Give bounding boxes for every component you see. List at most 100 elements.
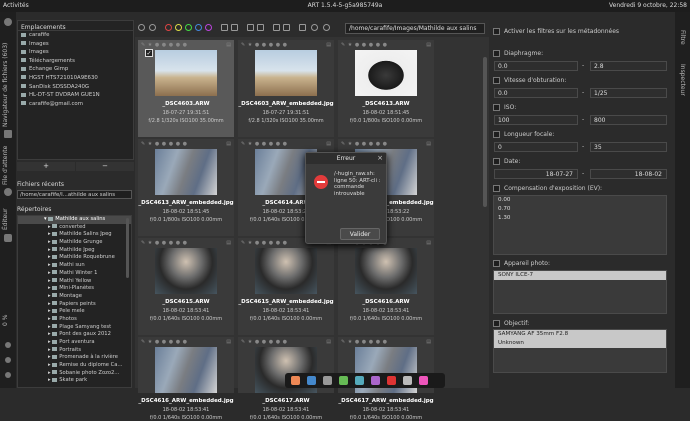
validate-button[interactable]: Valider [340,228,380,240]
directory-item[interactable]: ▸ Photos [18,316,131,324]
rating-stars-icon[interactable]: ✎ ★ ● ● ● ● ● [141,141,188,147]
image-viewer-icon[interactable] [339,376,348,385]
place-item[interactable]: carafife@gmail.com [18,100,133,109]
saved-filter-icon[interactable] [231,24,238,31]
rating-stars-icon[interactable]: ✎ ★ ● ● ● ● ● [141,240,188,246]
directory-scrollbar[interactable] [126,218,129,278]
directory-item[interactable]: ▸ Mini-Planètes [18,285,131,293]
trash-icon[interactable]: ▤ [326,141,331,147]
close-icon[interactable]: × [377,154,383,162]
directory-item[interactable]: ▸ Pont des gaux 2012 [18,331,131,339]
rating-stars-icon[interactable]: ✎ ★ ● ● ● ● ● [241,141,288,147]
directory-item[interactable]: ▸ Montage [18,293,131,301]
ev-checkbox[interactable] [493,185,500,192]
place-item[interactable]: Echange Gimp [18,65,133,74]
thumbnail-cell[interactable]: ✎ ★ ● ● ● ● ● ▤ _DSC4615.ARW 18-08-02 18:53… [138,238,234,335]
plus-icon[interactable] [5,342,11,348]
shutter-min-field[interactable]: 0.0 [494,88,578,98]
thumbnail-image[interactable] [255,248,317,294]
trash-icon[interactable]: ▤ [326,42,331,48]
star-filter-icon[interactable] [138,24,145,31]
metadata-filter-checkbox[interactable] [493,28,500,35]
place-item[interactable]: Téléchargements [18,57,133,66]
directory-item[interactable]: ▸ Remise du diplome Ca... [18,362,131,370]
thumbnail-cell[interactable]: ✎ ★ ● ● ● ● ●▤_DSC4616.ARW18-08-02 18:53… [338,238,434,335]
recent-files-combo[interactable]: /home/carafife/I...athilde aux salins [17,190,132,199]
blue-label-icon[interactable] [195,24,202,31]
directory-item[interactable]: ▸ Port aventura [18,339,131,347]
place-item[interactable]: SanDisk SDSSDA240G [18,83,133,92]
directory-item[interactable]: ▸ Mathi Winter 1 [18,270,131,278]
directory-item[interactable]: ▸ Promenade à la rivière [18,354,131,362]
tab-file-browser[interactable]: Navigateur de fichiers (603) [2,32,9,127]
trash-icon[interactable] [247,24,254,31]
rating-stars-icon[interactable]: ✎ ★ ● ● ● ● ● [241,42,288,48]
yellow-label-icon[interactable] [175,24,182,31]
lens-list[interactable]: SAMYANG AF 35mm F2.8 Unknown [493,329,667,373]
tab-filter[interactable]: Filtre [679,30,686,58]
fit-icon[interactable] [5,357,11,363]
rating-stars-icon[interactable]: ✎ ★ ● ● ● ● ● [141,42,188,48]
thumbnail-cell[interactable]: ✎ ★ ● ● ● ● ● ▤ _DSC4613.ARW 18-08-02 18:51… [338,40,434,137]
camera-icon[interactable] [4,234,12,242]
zoom-out-icon[interactable] [323,24,330,31]
focal-checkbox[interactable] [493,131,500,138]
focal-max-field[interactable]: 35 [590,142,667,152]
aperture-checkbox[interactable] [493,50,500,57]
rating-stars-icon[interactable]: ✎ ★ ● ● ● ● ● [241,240,288,246]
list-item[interactable]: 0.70 [494,205,666,214]
directory-item[interactable]: ▸ Plage Samyang test [18,324,131,332]
camera-app-icon[interactable] [323,376,332,385]
purple-label-icon[interactable] [205,24,212,31]
thumbnail-image[interactable] [155,347,217,393]
trash-icon[interactable]: ▤ [426,141,431,147]
list-item[interactable]: Unknown [494,339,666,348]
list-item[interactable]: SAMYANG AF 35mm F2.8 [494,330,666,339]
iso-min-field[interactable]: 100 [494,115,578,125]
place-item[interactable]: Images [18,48,133,57]
trash-icon[interactable]: ▤ [326,339,331,345]
shutter-checkbox[interactable] [493,77,500,84]
directory-item[interactable]: ▸ Pele mele [18,308,131,316]
aperture-max-field[interactable]: 2.8 [590,61,667,71]
thumbnail-cell[interactable]: ✎ ★ ● ● ● ● ● ▤ _DSC4616_ARW_embedded.jpg 1… [138,337,234,421]
list-item[interactable]: 0.00 [494,196,666,205]
thumbnail-image[interactable] [155,248,217,294]
path-input[interactable]: /home/carafife/Images/Mathilde aux salin… [345,23,485,34]
directory-item[interactable]: ▸ Sobanie photo Zozo2... [18,370,131,378]
rating-stars-icon[interactable]: ✎ ★ ● ● ● ● ● [341,141,388,147]
queue-icon[interactable] [4,130,12,138]
directory-item[interactable]: ▸ Skate park [18,377,131,385]
thumbnail-image[interactable] [255,50,317,96]
trash-icon[interactable]: ▤ [426,339,431,345]
clock[interactable]: Vendredi 9 octobre, 22:58 [609,2,687,9]
iso-max-field[interactable]: 800 [590,115,667,125]
minus-icon[interactable] [5,372,11,378]
directory-item[interactable]: ▸ Mathilde Jpeg [18,247,131,255]
directory-item[interactable]: ▸ Mathilde Salins Jpeg [18,231,131,239]
thumbnail-cell[interactable]: ✎ ★ ● ● ● ● ●▤_DSC4615_ARW_embedded.jpg1… [238,238,334,335]
directory-item[interactable]: ▸ Mathi sun [18,262,131,270]
focal-min-field[interactable]: 0 [494,142,578,152]
ev-list[interactable]: 0.00 0.70 1.30 [493,195,667,255]
remove-place-button[interactable]: − [76,162,134,171]
trash-icon[interactable]: ▤ [226,339,231,345]
rating-stars-icon[interactable]: ✎ ★ ● ● ● ● ● [141,339,188,345]
directory-item[interactable]: ▾ Mathilde aux salins [18,216,131,224]
trash-icon[interactable]: ▤ [226,141,231,147]
directory-item[interactable]: ▸ Papiers peints [18,301,131,309]
browser-icon[interactable] [307,376,316,385]
shutter-max-field[interactable]: 1/25 [590,88,667,98]
trash-icon[interactable]: ▤ [226,240,231,246]
add-place-button[interactable]: + [17,162,75,171]
place-item[interactable]: carafife [18,31,133,40]
red-label-icon[interactable] [165,24,172,31]
place-item[interactable]: Images [18,40,133,49]
date-min-field[interactable]: 18-07-27 [494,169,578,179]
tab-queue[interactable]: File d'attente [2,140,9,185]
image-editor-icon[interactable] [355,376,364,385]
rating-stars-icon[interactable]: ✎ ★ ● ● ● ● ● [341,42,388,48]
camera-list[interactable]: SONY ILCE-7 [493,270,667,314]
list-icon[interactable] [273,24,280,31]
list-item[interactable]: 1.30 [494,214,666,223]
